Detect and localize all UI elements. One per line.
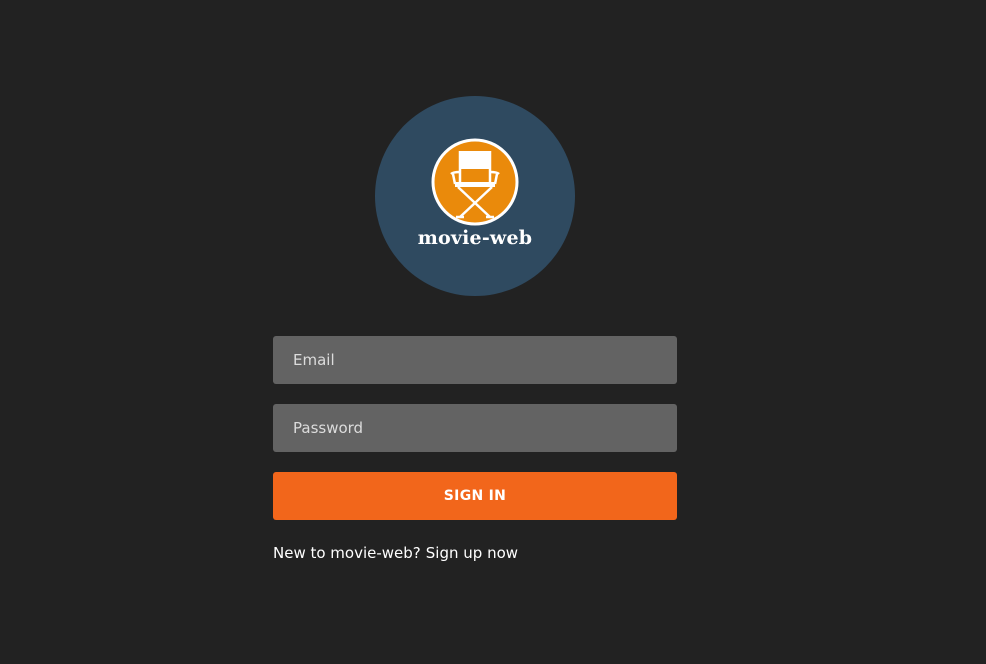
login-page: movie-web SIGN IN New to movie-web? Sign … bbox=[0, 0, 986, 664]
logo: movie-web bbox=[375, 96, 575, 296]
director-chair-icon bbox=[431, 138, 519, 226]
password-field[interactable] bbox=[273, 404, 677, 452]
sign-in-button[interactable]: SIGN IN bbox=[273, 472, 677, 520]
sign-up-link[interactable]: Sign up now bbox=[426, 544, 518, 562]
signup-prompt-text: New to movie-web? bbox=[273, 544, 421, 562]
logo-wordmark: movie-web bbox=[417, 227, 533, 249]
email-field[interactable] bbox=[273, 336, 677, 384]
signup-prompt: New to movie-web? Sign up now bbox=[273, 544, 518, 562]
